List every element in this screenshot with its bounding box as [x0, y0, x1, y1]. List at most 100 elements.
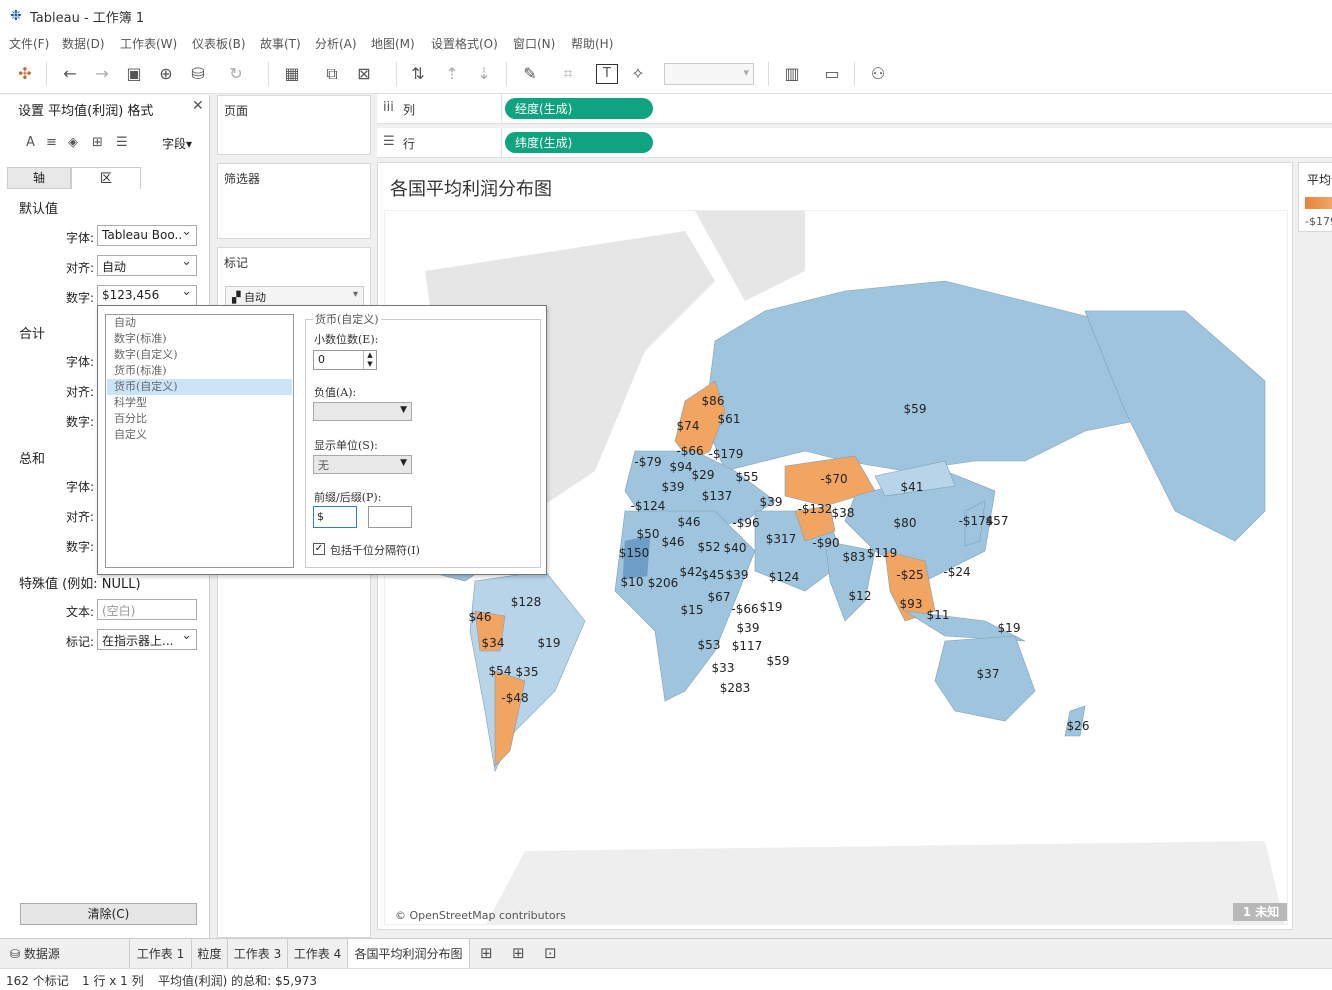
longitude-pill[interactable]: 经度(生成) — [505, 98, 653, 119]
font-icon[interactable]: A — [26, 135, 35, 150]
tab-granularity[interactable]: 粒度 — [192, 939, 228, 969]
format-option[interactable]: 百分比 — [107, 411, 292, 427]
group-icon[interactable]: ⌗ — [556, 62, 580, 86]
suffix-input[interactable] — [368, 506, 412, 528]
mark-type-dropdown[interactable]: ▞ 自动 — [225, 286, 364, 306]
columns-shelf[interactable]: iii 列 经度(生成) — [377, 94, 1332, 124]
format-option-selected[interactable]: 货币(自定义) — [107, 379, 292, 395]
highlight-icon[interactable]: ✎ — [518, 62, 542, 86]
menu-worksheet[interactable]: 工作表(W) — [120, 35, 177, 52]
format-option[interactable]: 自定义 — [107, 427, 292, 443]
swap-icon[interactable]: ⇅ — [406, 62, 430, 86]
clear-button[interactable]: 清除(C) — [20, 903, 197, 925]
format-option[interactable]: 数字(标准) — [107, 331, 292, 347]
menu-help[interactable]: 帮助(H) — [571, 35, 613, 52]
map-data-label: -$79 — [634, 455, 662, 469]
totals-font-label: 字体: — [65, 355, 94, 369]
map-data-label: -$66 — [676, 444, 704, 458]
duplicate-icon[interactable]: ⧉ — [320, 62, 344, 86]
map-data-label: $15 — [680, 603, 704, 617]
marks-title: 标记 — [224, 256, 249, 270]
share-icon[interactable]: ⚇ — [866, 62, 890, 86]
sort-asc-icon[interactable]: ⇡ — [440, 62, 464, 86]
menu-map[interactable]: 地图(M) — [371, 35, 415, 52]
new-worksheet-icon[interactable]: ▦ — [280, 62, 304, 86]
new-dashboard-icon[interactable]: ⊞ — [512, 944, 525, 962]
default-number-dropdown[interactable]: $123,456 — [97, 285, 197, 306]
menu-format[interactable]: 设置格式(O) — [431, 35, 498, 52]
menu-window[interactable]: 窗口(N) — [513, 35, 555, 52]
latitude-pill[interactable]: 纬度(生成) — [505, 132, 653, 153]
lines-icon[interactable]: ☰ — [116, 135, 128, 150]
format-option[interactable]: 货币(标准) — [107, 363, 292, 379]
alignment-icon[interactable]: ≡ — [46, 135, 57, 150]
map-data-label: $35 — [515, 665, 539, 679]
map-data-label: $150 — [618, 546, 650, 560]
special-marks-dropdown[interactable]: 在指示器上... — [97, 629, 197, 650]
map-data-label: $10 — [620, 575, 644, 589]
tab-profit-map[interactable]: 各国平均利润分布图 — [348, 939, 470, 969]
tab-sheet4[interactable]: 工作表 4 — [288, 939, 348, 969]
format-option[interactable]: 数字(自定义) — [107, 347, 292, 363]
clear-sheet-icon[interactable]: ⊠ — [352, 62, 376, 86]
decimal-stepper[interactable]: 0 ▲ ▼ — [313, 350, 377, 370]
default-align-dropdown[interactable]: 自动 — [97, 255, 197, 276]
default-font-dropdown[interactable]: Tableau Boo.. — [97, 225, 197, 246]
special-text-label: 文本: — [65, 605, 94, 619]
menu-story[interactable]: 故事(T) — [260, 35, 301, 52]
sort-desc-icon[interactable]: ⇣ — [472, 62, 496, 86]
pages-card[interactable]: 页面 — [217, 95, 371, 155]
map-data-label: $26 — [1066, 719, 1090, 733]
tab-data-source[interactable]: ⛁ 数据源 — [0, 939, 130, 969]
tab-pane[interactable]: 区 — [71, 167, 141, 189]
format-type-list[interactable]: 自动 数字(标准) 数字(自定义) 货币(标准) 货币(自定义) 科学型 百分比… — [105, 314, 294, 568]
save-icon[interactable]: ▣ — [122, 62, 146, 86]
pin-icon[interactable]: ✧ — [626, 62, 650, 86]
negative-dropdown[interactable] — [313, 402, 412, 421]
number-label: 数字: — [65, 291, 94, 305]
redo-icon[interactable]: → — [90, 62, 114, 86]
show-labels-icon[interactable]: T — [596, 64, 618, 84]
new-datasource-icon[interactable]: ⊕ — [154, 62, 178, 86]
refresh-icon[interactable]: ↻ — [224, 62, 248, 86]
tab-axis[interactable]: 轴 — [7, 167, 71, 189]
special-text-input[interactable]: (空白) — [97, 599, 197, 620]
field-dropdown[interactable]: 字段▾ — [162, 135, 192, 152]
stepper-arrows-icon[interactable]: ▲ ▼ — [363, 351, 376, 369]
close-icon[interactable]: ✕ — [192, 98, 204, 114]
map-data-label: $38 — [831, 506, 855, 520]
filters-card[interactable]: 筛选器 — [217, 163, 371, 239]
new-sheet-icon[interactable]: ⊞ — [480, 944, 493, 962]
section-special: 特殊值 (例如: NULL) — [19, 577, 141, 592]
color-legend[interactable]: 平均值(利润) -$179 — [1298, 162, 1332, 232]
menu-analysis[interactable]: 分析(A) — [315, 35, 357, 52]
rows-shelf[interactable]: ☰ 行 纬度(生成) — [377, 128, 1332, 158]
section-grand-totals: 总和 — [19, 452, 46, 467]
pause-updates-icon[interactable]: ⛁ — [186, 62, 210, 86]
tableau-home-icon[interactable]: ✣ — [13, 62, 37, 86]
fit-dropdown[interactable] — [664, 63, 754, 85]
format-pane-title: 设置 平均值(利润) 格式 — [18, 104, 154, 119]
menu-dashboard[interactable]: 仪表板(B) — [192, 35, 246, 52]
format-option[interactable]: 科学型 — [107, 395, 292, 411]
negative-label: 负值(A): — [314, 386, 357, 399]
menu-data[interactable]: 数据(D) — [62, 35, 105, 52]
prefix-input[interactable]: $ — [313, 506, 357, 528]
east-russia-shape — [1084, 310, 1266, 542]
presentation-icon[interactable]: ▭ — [820, 62, 844, 86]
tab-sheet1[interactable]: 工作表 1 — [130, 939, 192, 969]
units-dropdown[interactable]: 无 — [313, 455, 412, 474]
thousands-checkbox[interactable]: ✓ — [313, 543, 325, 555]
tab-sheet3[interactable]: 工作表 3 — [228, 939, 288, 969]
borders-icon[interactable]: ⊞ — [92, 135, 103, 150]
format-option[interactable]: 自动 — [107, 315, 292, 331]
new-story-icon[interactable]: ⊡ — [544, 944, 557, 962]
shading-icon[interactable]: ◈ — [68, 135, 78, 150]
mark-type-label: 自动 — [243, 291, 266, 304]
greenland-land — [695, 211, 805, 301]
undo-icon[interactable]: ← — [58, 62, 82, 86]
show-me-icon[interactable]: ▥ — [780, 62, 804, 86]
map-data-label: $42 — [679, 565, 703, 579]
unknown-badge[interactable]: 1 未知 — [1233, 903, 1287, 921]
menu-file[interactable]: 文件(F) — [9, 35, 49, 52]
